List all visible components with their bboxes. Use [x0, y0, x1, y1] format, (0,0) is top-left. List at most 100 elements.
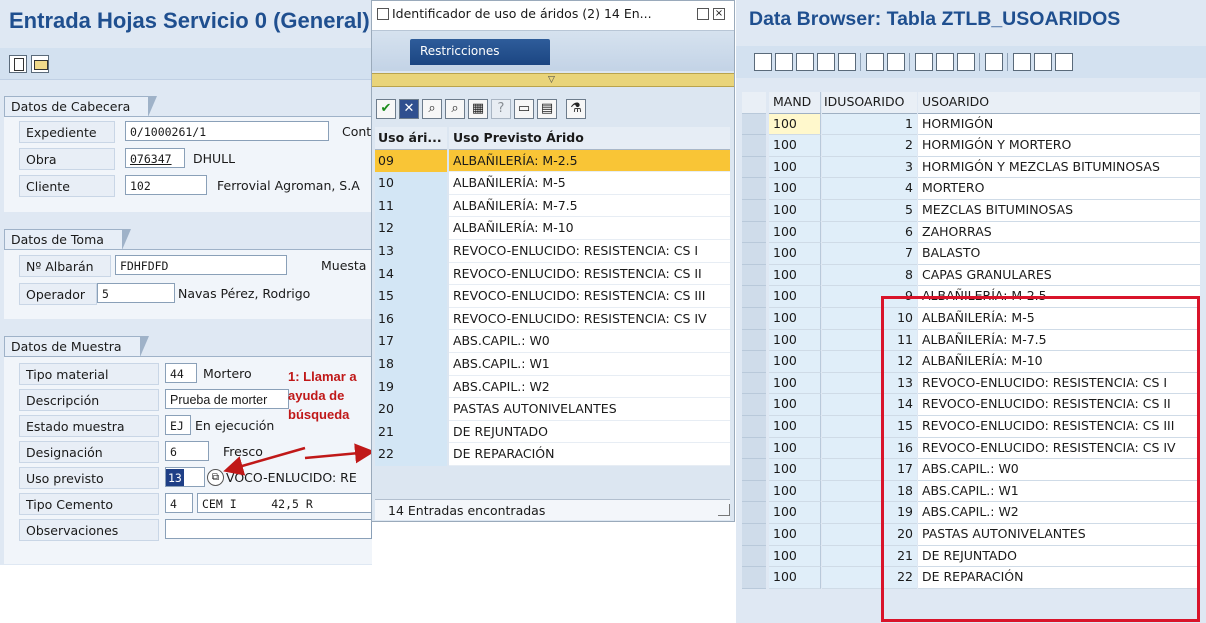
select-all-icon[interactable] — [866, 53, 884, 71]
row-selector[interactable] — [742, 545, 766, 568]
list-item-description[interactable]: PASTAS AUTONIVELANTES — [449, 398, 730, 421]
list-item-code[interactable]: 19 — [375, 375, 447, 399]
row-selector[interactable] — [742, 135, 766, 157]
obra-field[interactable]: 076347 — [125, 148, 185, 168]
cell-mand[interactable]: 100 — [769, 524, 821, 546]
row-selector[interactable] — [742, 394, 766, 416]
cell-mand[interactable]: 100 — [769, 200, 821, 222]
layout-icon[interactable] — [1055, 53, 1073, 71]
tab-restricciones[interactable]: Restricciones — [410, 39, 550, 65]
sort-icon[interactable]: ▦ — [468, 99, 488, 119]
list-item[interactable]: 16 REVOCO-ENLUCIDO: RESISTENCIA: CS IV — [375, 307, 730, 331]
row-selector[interactable] — [742, 329, 766, 352]
print-icon[interactable]: ▭ — [514, 99, 534, 119]
cell-mand[interactable]: 100 — [769, 156, 821, 179]
tipo-cemento-field[interactable]: 4 — [165, 493, 193, 513]
cell-mand[interactable]: 100 — [769, 372, 821, 395]
cell-mand[interactable]: 100 — [769, 545, 821, 568]
list-item-description[interactable]: ABS.CAPIL.: W1 — [449, 353, 730, 376]
sort-ascending-icon[interactable] — [915, 53, 933, 71]
table-row[interactable]: 100 7 BALASTO — [742, 243, 1200, 265]
list-item-description[interactable]: REVOCO-ENLUCIDO: RESISTENCIA: CS I — [449, 240, 730, 263]
table-row[interactable]: 100 8 CAPAS GRANULARES — [742, 264, 1200, 287]
column-header-mand[interactable]: MAND — [769, 92, 821, 114]
row-selector[interactable] — [742, 286, 766, 308]
estado-muestra-field[interactable]: EJ — [165, 415, 191, 435]
cell-idusoarido[interactable]: 2 — [822, 135, 917, 157]
close-icon[interactable]: × — [713, 8, 725, 20]
cell-mand[interactable]: 100 — [769, 329, 821, 352]
list-item-description[interactable]: ALBAÑILERÍA: M-2.5 — [449, 149, 730, 173]
cell-idusoarido[interactable]: 3 — [822, 156, 917, 179]
cell-idusoarido[interactable]: 5 — [822, 200, 917, 222]
info-icon[interactable]: ? — [491, 99, 511, 119]
confirm-check-icon[interactable]: ✔ — [376, 99, 396, 119]
list-item[interactable]: 14 REVOCO-ENLUCIDO: RESISTENCIA: CS II — [375, 262, 730, 286]
list-item-code[interactable]: 14 — [375, 262, 447, 286]
column-header-description[interactable]: Uso Previsto Árido — [449, 127, 730, 150]
row-selector[interactable] — [742, 480, 766, 503]
expediente-field[interactable]: 0/1000261/1 — [125, 121, 329, 141]
albaran-field[interactable]: FDHFDFD — [115, 255, 287, 275]
list-item-code[interactable]: 13 — [375, 240, 447, 263]
list-item[interactable]: 09 ALBAÑILERÍA: M-2.5 — [375, 149, 730, 173]
list-item[interactable]: 19 ABS.CAPIL.: W2 — [375, 375, 730, 399]
row-selector[interactable] — [742, 178, 766, 200]
list-item-description[interactable]: ALBAÑILERÍA: M-7.5 — [449, 194, 730, 218]
row-selector[interactable] — [742, 459, 766, 481]
list-item[interactable]: 11 ALBAÑILERÍA: M-7.5 — [375, 194, 730, 218]
row-selector[interactable] — [742, 502, 766, 524]
list-item[interactable]: 17 ABS.CAPIL.: W0 — [375, 330, 730, 353]
window-menu-icon[interactable] — [377, 8, 389, 20]
table-row[interactable]: 100 1 HORMIGÓN — [742, 113, 1200, 136]
graphic-icon[interactable] — [1034, 53, 1052, 71]
cell-usoarido[interactable]: HORMIGÓN Y MORTERO — [918, 135, 1200, 157]
find-next-icon[interactable]: ⌕ — [445, 99, 465, 119]
list-item-code[interactable]: 12 — [375, 217, 447, 240]
cell-mand[interactable]: 100 — [769, 113, 821, 136]
list-item-code[interactable]: 16 — [375, 307, 447, 331]
details-icon[interactable] — [985, 53, 1003, 71]
column-header-idusoarido[interactable]: IDUSOARIDO — [822, 92, 917, 114]
cliente-field[interactable]: 102 — [125, 175, 207, 195]
row-selector[interactable] — [742, 243, 766, 265]
row-selector[interactable] — [742, 372, 766, 395]
cell-mand[interactable]: 100 — [769, 567, 821, 589]
list-item-code[interactable]: 11 — [375, 194, 447, 218]
list-item[interactable]: 18 ABS.CAPIL.: W1 — [375, 353, 730, 376]
list-item-description[interactable]: REVOCO-ENLUCIDO: RESISTENCIA: CS II — [449, 262, 730, 286]
list-item[interactable]: 10 ALBAÑILERÍA: M-5 — [375, 172, 730, 195]
row-selector[interactable] — [742, 200, 766, 222]
list-item-code[interactable]: 09 — [375, 149, 447, 173]
cell-mand[interactable]: 100 — [769, 308, 821, 330]
find-icon[interactable]: ⌕ — [422, 99, 442, 119]
list-item-code[interactable]: 17 — [375, 330, 447, 353]
table-row[interactable]: 100 2 HORMIGÓN Y MORTERO — [742, 135, 1200, 157]
row-selector[interactable] — [742, 264, 766, 287]
select-all-rows-icon[interactable] — [742, 92, 766, 114]
list-item-description[interactable]: REVOCO-ENLUCIDO: RESISTENCIA: CS III — [449, 285, 730, 308]
glasses-display-icon[interactable] — [796, 53, 814, 71]
list-item[interactable]: 12 ALBAÑILERÍA: M-10 — [375, 217, 730, 240]
refresh-icon[interactable] — [838, 53, 856, 71]
row-selector[interactable] — [742, 113, 766, 136]
list-item-code[interactable]: 21 — [375, 420, 447, 444]
cancel-icon[interactable]: ✕ — [399, 99, 419, 119]
cell-idusoarido[interactable]: 6 — [822, 221, 917, 244]
cell-mand[interactable]: 100 — [769, 502, 821, 524]
cell-mand[interactable]: 100 — [769, 221, 821, 244]
row-selector[interactable] — [742, 416, 766, 438]
cell-usoarido[interactable]: MORTERO — [918, 178, 1200, 200]
maximize-icon[interactable] — [697, 8, 709, 20]
row-selector[interactable] — [742, 567, 766, 589]
cell-idusoarido[interactable]: 8 — [822, 264, 917, 287]
row-selector[interactable] — [742, 221, 766, 244]
list-item-code[interactable]: 18 — [375, 353, 447, 376]
cell-usoarido[interactable]: HORMIGÓN Y MEZCLAS BITUMINOSAS — [918, 156, 1200, 179]
cell-mand[interactable]: 100 — [769, 394, 821, 416]
check-table-icon[interactable] — [817, 53, 835, 71]
row-selector[interactable] — [742, 351, 766, 373]
row-selector[interactable] — [742, 524, 766, 546]
filter-icon[interactable] — [936, 53, 954, 71]
list-item-description[interactable]: ALBAÑILERÍA: M-5 — [449, 172, 730, 195]
